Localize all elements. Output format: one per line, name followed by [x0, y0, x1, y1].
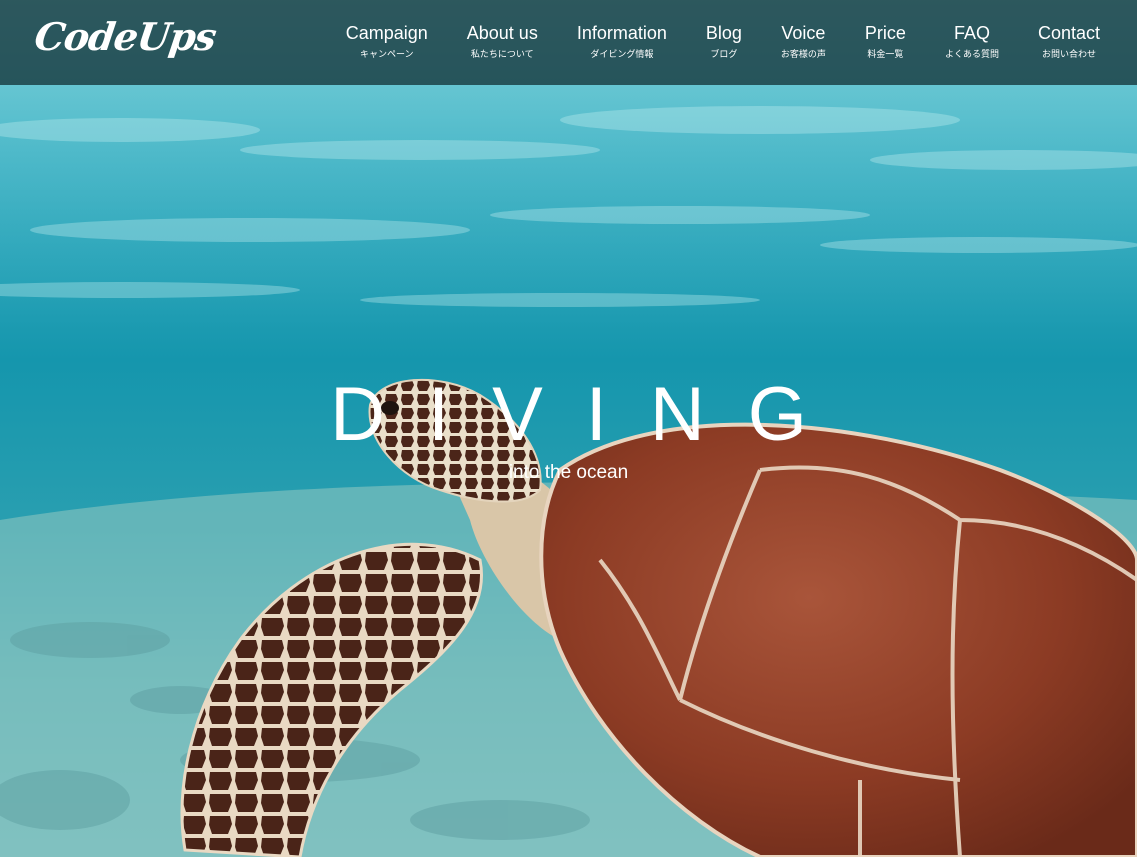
nav-label: About us	[466, 23, 538, 43]
nav-sublabel: ダイビング情報	[590, 49, 654, 59]
nav-item-blog[interactable]: Blog ブログ	[706, 22, 742, 60]
nav-sublabel: お客様の声	[780, 49, 826, 59]
hero-title: DIVING	[330, 372, 850, 457]
nav-item-faq[interactable]: FAQ よくある質問	[945, 22, 999, 60]
nav-label: Voice	[781, 23, 826, 43]
nav-sublabel: 料金一覧	[867, 49, 904, 59]
nav-sublabel: キャンペーン	[359, 49, 414, 59]
nav-sublabel: よくある質問	[944, 49, 999, 59]
nav-label: FAQ	[953, 23, 990, 43]
nav-label: Blog	[705, 23, 742, 43]
global-nav: Campaign キャンペーン About us 私たちについて Informa…	[346, 22, 1100, 60]
nav-item-about-us[interactable]: About us 私たちについて	[467, 22, 538, 60]
nav-label: Contact	[1037, 23, 1100, 43]
nav-item-voice[interactable]: Voice お客様の声	[781, 22, 826, 60]
nav-label: Price	[864, 23, 906, 43]
nav-label: Campaign	[345, 23, 428, 43]
nav-sublabel: お問い合わせ	[1041, 49, 1096, 59]
nav-item-contact[interactable]: Contact お問い合わせ	[1038, 22, 1100, 60]
nav-sublabel: 私たちについて	[470, 49, 534, 59]
nav-item-price[interactable]: Price 料金一覧	[865, 22, 906, 60]
hero-subtitle: into the ocean	[508, 462, 629, 483]
site-header: CodeUps Campaign キャンペーン About us 私たちについて…	[0, 0, 1137, 85]
nav-sublabel: ブログ	[710, 49, 738, 59]
nav-label: Information	[576, 23, 667, 43]
site-logo[interactable]: CodeUps	[32, 14, 219, 59]
nav-item-information[interactable]: Information ダイビング情報	[577, 22, 667, 60]
nav-item-campaign[interactable]: Campaign キャンペーン	[346, 22, 428, 60]
